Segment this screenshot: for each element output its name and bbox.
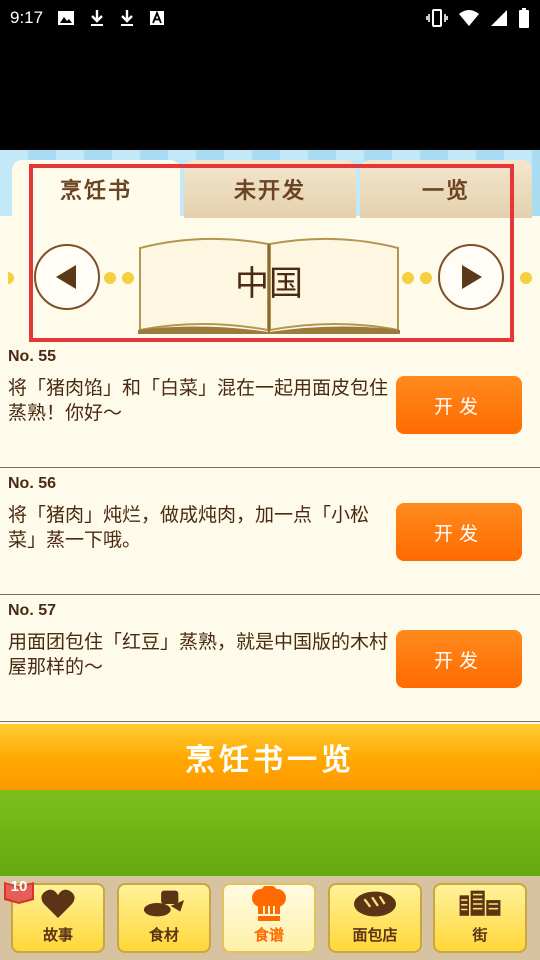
nav-label: 食谱 [253,926,284,944]
heart-icon [41,889,75,918]
nav-label: 食材 [148,926,179,944]
font-a-icon [150,10,165,25]
develop-button[interactable]: 开发 [396,376,522,434]
develop-button[interactable]: 开发 [396,503,522,561]
nav-ingredients-button[interactable]: 食材 [117,883,211,953]
nav-label: 街 [472,926,488,944]
grass-background [0,790,540,876]
recipe-description: 用面团包住「红豆」蒸熟，就是中国版的木村屋那样的～ [8,631,389,678]
nav-label: 故事 [42,926,73,944]
buildings-icon [459,890,501,916]
recipe-row: No. 57 用面团包住「红豆」蒸熟，就是中国版的木村屋那样的～ 开发 [0,596,540,722]
download-icon [91,10,104,26]
dots-right [520,272,532,286]
status-time: 9:17 [10,8,44,27]
selection-highlight [29,164,514,342]
app-screen: 烹饪书 未开发 一览 中国 No. 55 将「猪肉馅」和「白菜」混在一起用面皮包… [0,150,540,960]
develop-button[interactable]: 开发 [396,630,522,688]
battery-icon [519,8,529,28]
nav-recipes-button[interactable]: 食谱 [222,883,316,953]
notification-badge-count: 10 [10,878,28,895]
image-icon [58,11,75,25]
chef-hat-icon [252,885,286,921]
recipe-row: No. 55 将「猪肉馅」和「白菜」混在一起用面皮包住蒸熟！你好～ 开发 [0,342,540,468]
recipe-description: 将「猪肉馅」和「白菜」混在一起用面皮包住蒸熟！你好～ [8,377,389,424]
bread-icon [353,891,397,916]
ingredients-icon [143,890,185,916]
nav-label: 面包店 [352,926,398,944]
wifi-icon [459,10,479,26]
status-left-icons [57,9,165,27]
status-right-icons [426,8,530,28]
recipe-row: No. 56 将「猪肉」炖烂，做成炖肉，加一点「小松菜」蒸一下哦。 开发 [0,469,540,595]
nav-town-button[interactable]: 街 [433,883,527,953]
nav-bakery-button[interactable]: 面包店 [328,883,422,953]
recipe-number: No. 56 [8,475,57,492]
status-bar: 9:17 [0,0,540,36]
bottom-nav: 故事 食材 食谱 面包店 街 [0,876,540,960]
recipe-description: 将「猪肉」炖烂，做成炖肉，加一点「小松菜」蒸一下哦。 [8,504,370,551]
dots-left [8,272,14,286]
signal-icon [491,10,507,26]
vibrate-icon [426,9,448,27]
recipe-number: No. 57 [8,602,57,619]
cookbook-list-button[interactable]: 烹饪书一览 [0,724,540,790]
download-icon [121,10,134,26]
recipe-number: No. 55 [8,348,57,365]
